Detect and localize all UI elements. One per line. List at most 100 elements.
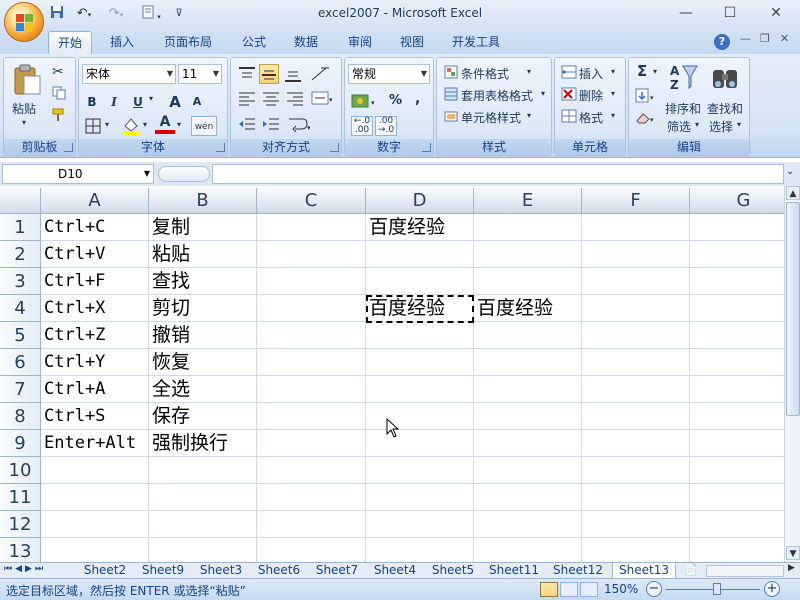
zoom-out-icon[interactable]: − <box>646 581 662 597</box>
column-header-d[interactable]: D <box>366 188 474 214</box>
shrink-font-button[interactable]: A <box>187 91 207 111</box>
column-header-a[interactable]: A <box>41 188 149 214</box>
cell-g6[interactable] <box>690 349 784 376</box>
fill-color-icon[interactable] <box>121 116 141 139</box>
formula-input[interactable] <box>212 164 784 184</box>
cell-g8[interactable] <box>690 403 784 430</box>
cell-g12[interactable] <box>690 511 784 538</box>
sort-filter-label-2[interactable]: 筛选 <box>667 118 691 135</box>
font-color-icon[interactable]: A <box>155 114 175 134</box>
format-cells-dropdown-icon[interactable]: ▾ <box>611 111 615 120</box>
cell-d13[interactable] <box>366 538 474 562</box>
cell-c7[interactable] <box>257 376 366 403</box>
cell-b13[interactable] <box>149 538 257 562</box>
sheet-tab-sheet13[interactable]: Sheet13 <box>612 563 676 579</box>
row-header-9[interactable]: 9 <box>0 430 41 457</box>
cell-f8[interactable] <box>582 403 690 430</box>
name-box[interactable]: D10 ▼ <box>2 164 154 184</box>
cell-b7[interactable]: 全选 <box>149 376 257 403</box>
find-select-label[interactable]: 查找和 <box>707 100 743 117</box>
underline-button[interactable]: U <box>128 91 148 111</box>
expand-formula-bar-icon[interactable]: ⌄ <box>786 166 794 177</box>
insert-cells-button[interactable]: 插入 <box>579 65 603 82</box>
cell-d11[interactable] <box>366 484 474 511</box>
cell-d2[interactable] <box>366 241 474 268</box>
number-dialog-launcher[interactable] <box>422 143 431 152</box>
format-cells-button[interactable]: 格式 <box>579 109 603 126</box>
cell-b6[interactable]: 恢复 <box>149 349 257 376</box>
italic-button[interactable]: I <box>104 91 124 111</box>
cell-a1[interactable]: Ctrl+C <box>41 214 149 241</box>
close-button[interactable]: ✕ <box>765 4 787 22</box>
cell-b10[interactable] <box>149 457 257 484</box>
autosum-icon[interactable]: Σ <box>637 62 647 80</box>
cell-f10[interactable] <box>582 457 690 484</box>
autosum-dropdown-icon[interactable]: ▾ <box>653 67 657 76</box>
cell-g11[interactable] <box>690 484 784 511</box>
align-bottom-icon[interactable] <box>283 64 303 87</box>
zoom-level[interactable]: 150% <box>604 582 638 596</box>
sheet-tab-sheet7[interactable]: Sheet7 <box>310 563 364 579</box>
cell-e9[interactable] <box>474 430 582 457</box>
tab-view[interactable]: 视图 <box>390 31 434 54</box>
cell-c3[interactable] <box>257 268 366 295</box>
cell-c1[interactable] <box>257 214 366 241</box>
help-icon[interactable]: ? <box>714 34 730 50</box>
percent-button[interactable]: % <box>389 93 402 108</box>
sort-filter-label[interactable]: 排序和 <box>665 100 701 117</box>
copy-icon[interactable] <box>52 86 66 103</box>
cell-d12[interactable] <box>366 511 474 538</box>
cell-d5[interactable] <box>366 322 474 349</box>
format-as-table-button[interactable]: 套用表格格式 <box>461 87 533 104</box>
cell-b5[interactable]: 撤销 <box>149 322 257 349</box>
zoom-in-icon[interactable]: + <box>764 581 780 597</box>
cell-c11[interactable] <box>257 484 366 511</box>
font-dialog-launcher[interactable] <box>216 143 225 152</box>
cell-c10[interactable] <box>257 457 366 484</box>
cell-c5[interactable] <box>257 322 366 349</box>
row-header-1[interactable]: 1 <box>0 214 41 241</box>
tab-page-layout[interactable]: 页面布局 <box>156 31 220 54</box>
cell-styles-button[interactable]: 单元格样式 <box>461 109 521 126</box>
column-header-e[interactable]: E <box>474 188 582 214</box>
cell-a2[interactable]: Ctrl+V <box>41 241 149 268</box>
row-header-2[interactable]: 2 <box>0 241 41 268</box>
grow-font-button[interactable]: A <box>165 91 185 111</box>
wrap-text-icon[interactable]: ▾ <box>287 116 313 135</box>
cell-g1[interactable] <box>690 214 784 241</box>
cell-a7[interactable]: Ctrl+A <box>41 376 149 403</box>
scroll-right-icon[interactable]: ▶ <box>788 563 795 573</box>
cell-e13[interactable] <box>474 538 582 562</box>
cell-f13[interactable] <box>582 538 690 562</box>
tab-data[interactable]: 数据 <box>284 31 328 54</box>
align-right-icon[interactable] <box>285 90 305 109</box>
cell-e1[interactable] <box>474 214 582 241</box>
cell-f4[interactable] <box>582 295 690 322</box>
cell-e8[interactable] <box>474 403 582 430</box>
tab-home[interactable]: 开始 <box>48 31 92 54</box>
cell-d8[interactable] <box>366 403 474 430</box>
cell-e12[interactable] <box>474 511 582 538</box>
cell-b4[interactable]: 剪切 <box>149 295 257 322</box>
cell-g5[interactable] <box>690 322 784 349</box>
tab-formulas[interactable]: 公式 <box>232 31 276 54</box>
cell-e4[interactable]: 百度经验 <box>474 295 582 322</box>
cell-f3[interactable] <box>582 268 690 295</box>
sheet-tab-sheet6[interactable]: Sheet6 <box>252 563 306 579</box>
font-size-combo[interactable]: 11 ▼ <box>178 64 222 84</box>
tab-insert[interactable]: 插入 <box>100 31 144 54</box>
cell-a12[interactable] <box>41 511 149 538</box>
cell-a10[interactable] <box>41 457 149 484</box>
cell-e10[interactable] <box>474 457 582 484</box>
cell-g3[interactable] <box>690 268 784 295</box>
select-all-corner[interactable] <box>0 188 41 214</box>
normal-view-icon[interactable] <box>540 582 558 597</box>
cell-c2[interactable] <box>257 241 366 268</box>
cell-f7[interactable] <box>582 376 690 403</box>
row-header-3[interactable]: 3 <box>0 268 41 295</box>
cell-d9[interactable] <box>366 430 474 457</box>
borders-icon[interactable] <box>85 118 103 137</box>
cell-d1[interactable]: 百度经验 <box>366 214 474 241</box>
insert-cells-dropdown-icon[interactable]: ▾ <box>611 67 615 76</box>
delete-cells-button[interactable]: 删除 <box>579 87 603 104</box>
